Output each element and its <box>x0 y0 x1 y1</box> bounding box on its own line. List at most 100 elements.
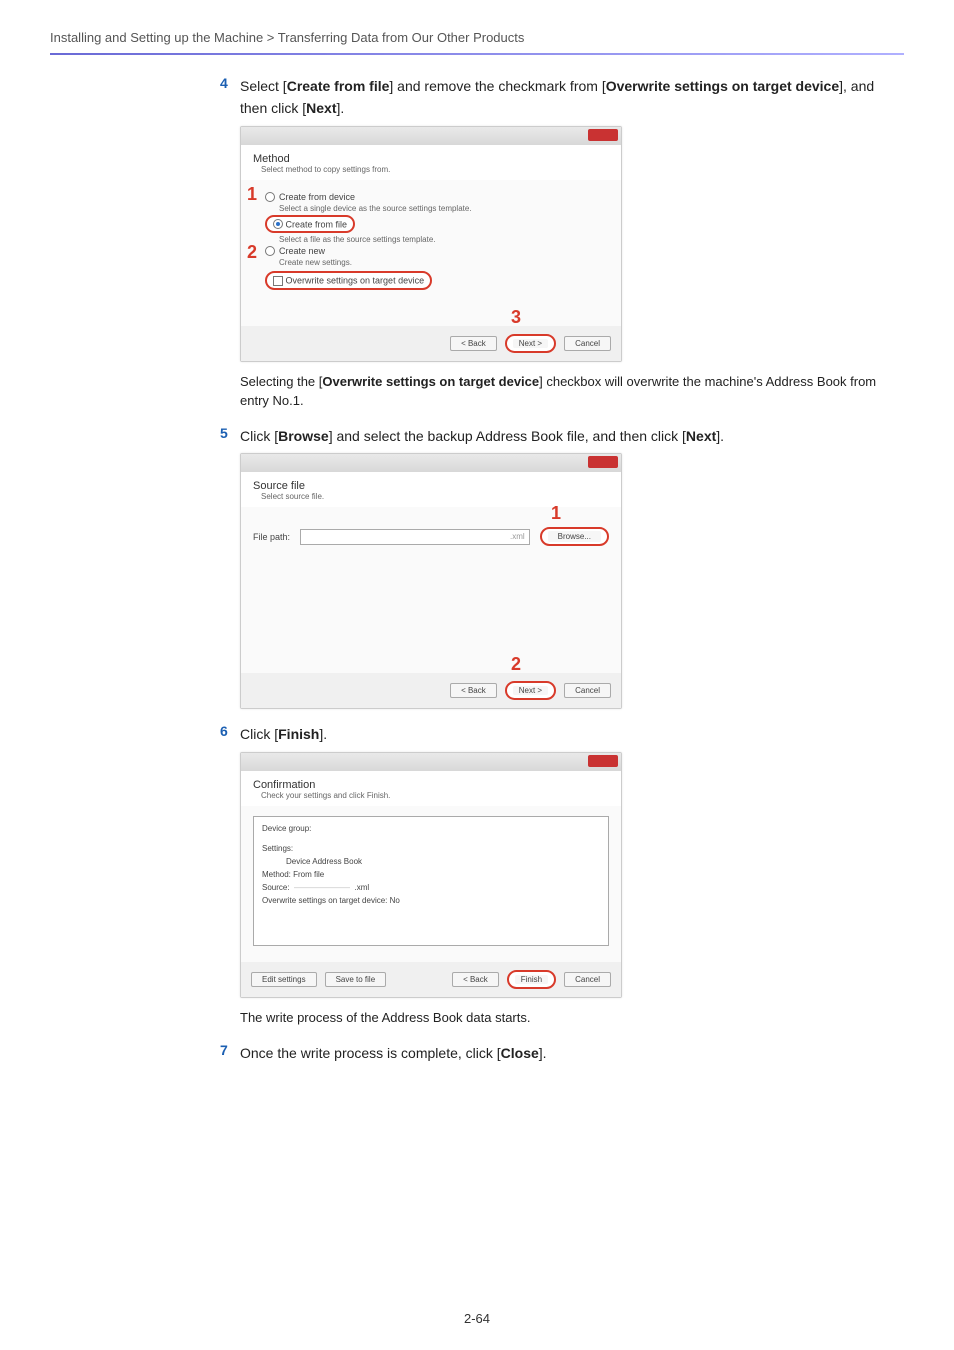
wizard-subtitle: Select method to copy settings from. <box>261 165 609 174</box>
divider <box>50 53 904 55</box>
callout-1: 1 <box>247 184 257 205</box>
cancel-button[interactable]: Cancel <box>564 972 611 987</box>
t: .xml <box>355 883 370 892</box>
label: Create from device <box>279 192 355 202</box>
wizard-body: 1 Create from device Select a single dev… <box>241 180 621 326</box>
label[interactable]: Overwrite settings on target device <box>286 276 425 286</box>
wizard-method: Method Select method to copy settings fr… <box>240 126 622 362</box>
file-path-input[interactable]: .xml <box>300 529 530 545</box>
step-text: Once the write process is complete, clic… <box>240 1042 547 1064</box>
t: Once the write process is complete, clic… <box>240 1045 501 1061</box>
cancel-button[interactable]: Cancel <box>564 683 611 698</box>
highlight-next: Next > <box>505 681 556 700</box>
step-number: 6 <box>220 723 240 739</box>
t: Select [ <box>240 78 287 94</box>
edit-settings-button[interactable]: Edit settings <box>251 972 317 987</box>
step-4: 4 Select [Create from file] and remove t… <box>220 75 904 120</box>
t: ] and select the backup Address Book fil… <box>329 428 686 444</box>
t: ]. <box>716 428 724 444</box>
b: Browse <box>278 428 329 444</box>
step-6: 6 Click [Finish]. <box>220 723 904 745</box>
callout-2: 2 <box>511 654 521 675</box>
breadcrumb: Installing and Setting up the Machine > … <box>50 30 904 53</box>
b: Close <box>501 1045 539 1061</box>
ext: .xml <box>510 532 525 541</box>
t: ] and remove the checkmark from [ <box>389 78 605 94</box>
back-button[interactable]: < Back <box>450 683 497 698</box>
label: Create new <box>279 246 325 256</box>
file-path-label: File path: <box>253 532 290 542</box>
step-text: Click [Browse] and select the backup Add… <box>240 425 724 447</box>
page-number: 2-64 <box>0 1311 954 1326</box>
wizard-footer: < Back Next > Cancel <box>241 326 621 361</box>
desc: Select a file as the source settings tem… <box>279 235 609 244</box>
t: ]. <box>337 100 345 116</box>
t: Click [ <box>240 726 278 742</box>
callout-3: 3 <box>511 307 521 328</box>
step-7: 7 Once the write process is complete, cl… <box>220 1042 904 1064</box>
highlight-finish: Finish <box>507 970 556 989</box>
t: Selecting the [ <box>240 374 322 389</box>
save-to-file-button[interactable]: Save to file <box>325 972 387 987</box>
callout-1: 1 <box>551 503 561 524</box>
close-icon[interactable] <box>588 456 618 468</box>
wizard-body: 1 File path: .xml Browse... 2 <box>241 507 621 673</box>
row: Device Address Book <box>286 856 600 869</box>
t: ]. <box>319 726 327 742</box>
row: Method: From file <box>262 869 600 882</box>
row: Device group: <box>262 823 600 836</box>
window-titlebar <box>241 127 621 145</box>
highlight-next: Next > <box>505 334 556 353</box>
wizard-subtitle: Select source file. <box>261 492 609 501</box>
t: Source: <box>262 883 290 892</box>
step-6-note: The write process of the Address Book da… <box>240 1008 904 1028</box>
cancel-button[interactable]: Cancel <box>564 336 611 351</box>
wizard-source-file: Source file Select source file. 1 File p… <box>240 453 622 709</box>
t: Click [ <box>240 428 278 444</box>
step-5: 5 Click [Browse] and select the backup A… <box>220 425 904 447</box>
radio-icon <box>273 219 283 229</box>
wizard-title: Method <box>253 153 609 165</box>
b: Create from file <box>287 78 390 94</box>
wizard-footer: Edit settings Save to file < Back Finish… <box>241 962 621 997</box>
step-text: Click [Finish]. <box>240 723 327 745</box>
wizard-header: Confirmation Check your settings and cli… <box>241 771 621 806</box>
b: Next <box>306 100 336 116</box>
step-text: Select [Create from file] and remove the… <box>240 75 904 120</box>
wizard-body: Device group: Settings: Device Address B… <box>241 806 621 963</box>
wizard-header: Method Select method to copy settings fr… <box>241 145 621 180</box>
highlight-browse: Browse... <box>540 527 609 546</box>
label[interactable]: Create from file <box>286 219 348 229</box>
back-button[interactable]: < Back <box>450 336 497 351</box>
close-icon[interactable] <box>588 129 618 141</box>
step-number: 5 <box>220 425 240 441</box>
row: Source: ——————— .xml <box>262 882 600 895</box>
next-button[interactable]: Next > <box>513 339 548 348</box>
finish-button[interactable]: Finish <box>515 975 548 984</box>
wizard-header: Source file Select source file. <box>241 472 621 507</box>
radio-create-from-device[interactable]: Create from device <box>265 192 609 202</box>
step-4-note: Selecting the [Overwrite settings on tar… <box>240 372 904 411</box>
row: Settings: <box>262 843 600 856</box>
b: Overwrite settings on target device <box>322 374 539 389</box>
step-number: 4 <box>220 75 240 91</box>
checkbox-icon[interactable] <box>273 276 283 286</box>
radio-icon <box>265 246 275 256</box>
window-titlebar <box>241 454 621 472</box>
confirmation-summary: Device group: Settings: Device Address B… <box>253 816 609 947</box>
close-icon[interactable] <box>588 755 618 767</box>
b: Finish <box>278 726 319 742</box>
back-button[interactable]: < Back <box>452 972 499 987</box>
wizard-title: Confirmation <box>253 779 609 791</box>
radio-create-new[interactable]: Create new <box>265 246 609 256</box>
t: ]. <box>539 1045 547 1061</box>
browse-button[interactable]: Browse... <box>548 531 601 542</box>
desc: Select a single device as the source set… <box>279 204 609 213</box>
b: Next <box>686 428 716 444</box>
wizard-subtitle: Check your settings and click Finish. <box>261 791 609 800</box>
row: Overwrite settings on target device: No <box>262 895 600 908</box>
desc: Create new settings. <box>279 258 609 267</box>
next-button[interactable]: Next > <box>513 686 548 695</box>
highlight-overwrite: Overwrite settings on target device <box>265 271 432 290</box>
callout-2: 2 <box>247 242 257 263</box>
